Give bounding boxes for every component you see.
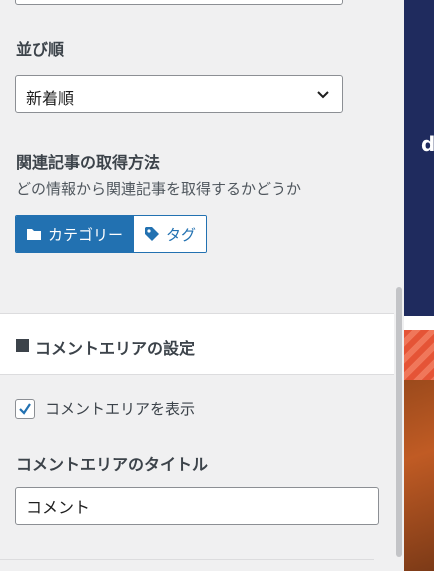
related-method-description: どの情報から関連記事を取得するかどうか (16, 180, 302, 198)
preview-stripe-banner (404, 330, 434, 380)
preview-header (404, 0, 434, 316)
settings-panel: 並び順 新着順 関連記事の取得方法 どの情報から関連記事を取得するかどうか カテ… (0, 0, 394, 571)
show-comments-checkbox[interactable] (15, 398, 35, 419)
sort-select[interactable]: 新着順 (15, 75, 343, 113)
tag-option-label: タグ (166, 225, 197, 244)
scrollbar-thumb[interactable] (396, 287, 402, 557)
sort-label: 並び順 (16, 40, 65, 59)
sort-selected-value: 新着順 (26, 89, 75, 108)
preview-image (404, 380, 434, 571)
preview-gap (404, 316, 434, 330)
preview-logo-text: d (421, 132, 434, 156)
comment-title-input[interactable] (15, 487, 379, 525)
previous-field[interactable] (15, 0, 343, 5)
divider (0, 559, 374, 560)
comment-section-title: コメントエリアの設定 (35, 339, 196, 358)
related-method-toggle: カテゴリー タグ (15, 215, 208, 253)
related-method-label: 関連記事の取得方法 (16, 153, 161, 172)
comment-section-header[interactable]: コメントエリアの設定 (0, 313, 394, 375)
tag-option-button[interactable]: タグ (133, 216, 207, 252)
chevron-down-icon (317, 91, 329, 99)
category-option-label: カテゴリー (48, 225, 124, 244)
category-option-button[interactable]: カテゴリー (16, 216, 134, 252)
tag-icon (145, 227, 160, 241)
folder-icon (27, 229, 41, 240)
site-preview: d (404, 0, 434, 571)
show-comments-row[interactable]: コメントエリアを表示 (15, 398, 195, 419)
comment-title-label: コメントエリアのタイトル (16, 455, 209, 474)
checkmark-icon (19, 402, 31, 415)
square-bullet-icon (16, 339, 29, 352)
show-comments-label: コメントエリアを表示 (45, 400, 196, 418)
